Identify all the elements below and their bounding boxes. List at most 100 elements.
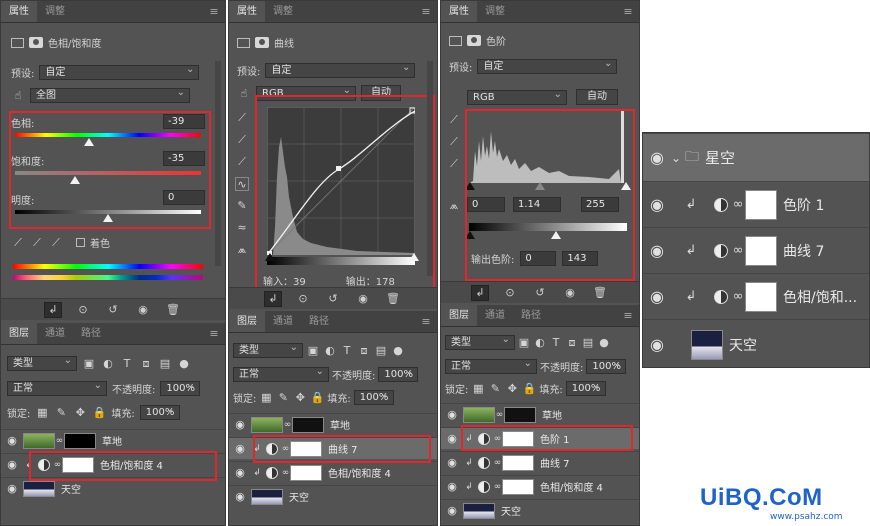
lightness-slider-thumb[interactable] [103,214,113,222]
tab-layers[interactable]: 图层 [441,305,477,326]
tab-adjustments[interactable]: 调整 [477,1,513,22]
output-black-thumb[interactable] [465,231,475,239]
lock-paint-icon[interactable]: ✎ [488,382,502,396]
layer-row[interactable]: ◉ 天空 [643,319,869,367]
view-previous-icon[interactable]: ⊙ [501,285,519,301]
auto-button[interactable]: 自动 [576,89,618,105]
eye-icon[interactable]: ◉ [1,458,23,471]
lock-paint-icon[interactable]: ✎ [54,406,68,420]
layer-kind-select[interactable]: 类型 [233,341,303,358]
layer-row[interactable]: ◉ ↲ ∞ 色相/饱和度 4 [441,475,639,497]
delete-icon[interactable]: 🗑 [164,302,182,318]
layer-row[interactable]: ◉ ↲ ∞ 曲线 7 [229,437,437,459]
filter-shape-icon[interactable]: ⧈ [357,344,371,358]
layer-row[interactable]: ◉ 天空 [229,485,437,507]
mask-icon[interactable] [467,35,481,46]
visibility-icon[interactable]: ◉ [561,285,579,301]
input-white-field[interactable]: 255 [581,197,619,212]
eye-icon[interactable]: ◉ [1,482,23,495]
eyedropper-black-icon[interactable]: ⟋ [447,113,461,127]
scrollbar[interactable] [427,61,433,276]
opacity-field[interactable]: 100% [586,357,627,374]
blend-mode-select[interactable]: 正常 [445,357,537,374]
input-black-thumb[interactable] [465,182,475,190]
layer-row[interactable]: ◉ ↲ ∞ 色相/饱和... [643,273,869,319]
tab-paths[interactable]: 路径 [73,323,109,344]
eyedropper-gray-icon[interactable]: ⟋ [235,133,249,147]
layer-row[interactable]: ◉ ∞ 草地 [1,429,225,451]
layers-menu-icon[interactable]: ≡ [415,311,437,332]
layer-row[interactable]: ◉ ∞ 草地 [229,413,437,435]
eyedropper-white-icon[interactable]: ⟋ [235,155,249,169]
filter-pixel-icon[interactable]: ▣ [82,357,96,371]
reset-icon[interactable]: ↺ [531,285,549,301]
fill-field[interactable]: 100% [565,379,606,396]
tab-properties[interactable]: 属性 [229,1,265,22]
tab-adjustments[interactable]: 调整 [37,1,73,22]
reset-icon[interactable]: ↺ [104,302,122,318]
lock-all-icon[interactable]: 🔒 [92,406,107,420]
preset-select[interactable]: 自定 [477,57,618,74]
filter-adjustment-icon[interactable]: ◐ [323,344,337,358]
eyedropper-minus-icon[interactable]: ⟋ [49,236,63,250]
layers-menu-icon[interactable]: ≡ [617,305,639,326]
lock-transparent-icon[interactable]: ▦ [471,382,485,396]
panel-menu-icon[interactable]: ≡ [415,1,437,22]
tab-channels[interactable]: 通道 [37,323,73,344]
filter-toggle-icon[interactable]: ● [597,336,611,350]
filter-adjustment-icon[interactable]: ◐ [533,336,547,350]
eye-icon[interactable]: ◉ [441,408,463,421]
tab-channels[interactable]: 通道 [265,311,301,332]
eye-icon[interactable]: ◉ [1,434,23,447]
tab-paths[interactable]: 路径 [301,311,337,332]
eye-icon[interactable]: ◉ [643,241,671,260]
fill-field[interactable]: 100% [353,388,394,405]
filter-toggle-icon[interactable]: ● [391,344,405,358]
preset-select[interactable]: 自定 [39,63,200,80]
view-previous-icon[interactable]: ⊙ [294,291,312,307]
filter-shape-icon[interactable]: ⧈ [139,357,153,371]
hue-slider-track[interactable] [15,133,201,137]
tab-layers[interactable]: 图层 [229,311,265,332]
eye-icon[interactable]: ◉ [441,480,463,493]
output-black-field[interactable]: 0 [520,251,557,266]
smooth-icon[interactable]: ≈ [235,221,249,235]
mask-icon[interactable] [29,37,43,48]
output-white-field[interactable]: 143 [562,251,599,266]
filter-text-icon[interactable]: T [340,344,354,358]
panel-menu-icon[interactable]: ≡ [617,1,639,22]
filter-smart-icon[interactable]: ▤ [581,336,595,350]
eye-icon[interactable]: ◉ [229,442,251,455]
white-point-thumb[interactable] [409,253,419,261]
eye-icon[interactable]: ◉ [441,432,463,445]
delete-icon[interactable]: 🗑 [591,285,609,301]
saturation-slider-track[interactable] [15,171,201,175]
lock-all-icon[interactable]: 🔒 [310,391,325,405]
eye-icon[interactable]: ◉ [229,466,251,479]
opacity-field[interactable]: 100% [160,379,201,396]
panel-menu-icon[interactable]: ≡ [203,1,225,22]
layer-row[interactable]: ◉ ↲ ∞ 曲线 7 [441,451,639,473]
hue-value-field[interactable]: -39 [163,114,205,129]
input-white-thumb[interactable] [621,182,631,190]
layer-row[interactable]: ◉ 天空 [1,477,225,499]
reset-icon[interactable]: ↺ [324,291,342,307]
filter-pixel-icon[interactable]: ▣ [306,344,320,358]
filter-smart-icon[interactable]: ▤ [374,344,388,358]
visibility-icon[interactable]: ◉ [354,291,372,307]
curve-graph[interactable] [267,107,415,255]
layer-row[interactable]: ◉ ⌄ 🗀 星空 [643,133,869,181]
clipping-icon[interactable]: ⩕ [235,243,249,257]
lightness-value-field[interactable]: 0 [163,190,205,205]
tab-adjustments[interactable]: 调整 [265,1,301,22]
lock-move-icon[interactable]: ✥ [73,406,87,420]
visibility-icon[interactable]: ◉ [134,302,152,318]
fill-field[interactable]: 100% [139,403,180,420]
layer-kind-select[interactable]: 类型 [7,354,77,371]
curve-point[interactable] [336,166,341,171]
eye-icon[interactable]: ◉ [229,418,251,431]
layer-row[interactable]: ◉ ∞ 草地 [441,403,639,425]
chevron-down-icon[interactable]: ⌄ [671,151,685,165]
layers-menu-icon[interactable]: ≡ [203,323,225,344]
view-previous-icon[interactable]: ⊙ [74,302,92,318]
